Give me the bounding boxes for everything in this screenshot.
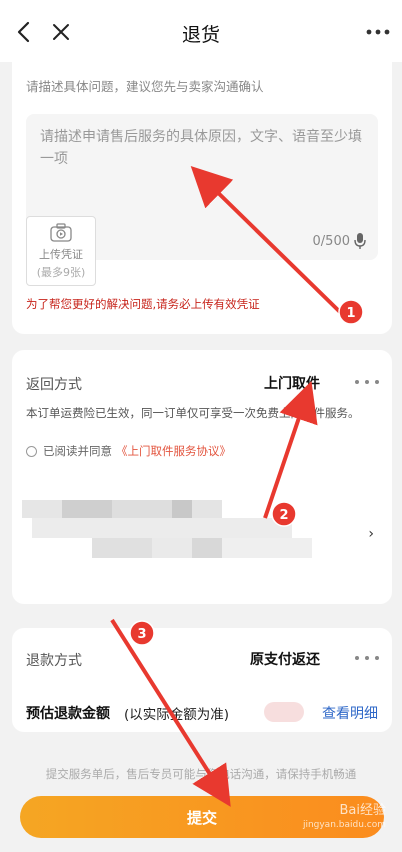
blurred-text <box>152 538 192 558</box>
camera-icon <box>50 223 72 243</box>
pickup-address[interactable]: › <box>22 500 374 572</box>
blurred-text <box>222 538 312 558</box>
watermark-site: jingyan.baidu.com <box>302 820 386 830</box>
microphone-icon[interactable] <box>354 232 366 250</box>
reason-card: 请描述具体问题，建议您先与卖家沟通确认 0/500 上传凭证 (最多9张) 为了… <box>12 56 392 334</box>
return-more-icon[interactable] <box>355 377 379 387</box>
agree-radio[interactable] <box>26 445 37 457</box>
refund-card: 退款方式 原支付返还 预估退款金额 (以实际金额为准) 查看明细 <box>12 628 392 732</box>
refund-method-label: 退款方式 <box>26 653 82 669</box>
blurred-text <box>32 518 292 538</box>
blurred-text <box>192 500 222 518</box>
blurred-text <box>92 538 152 558</box>
upload-evidence-button[interactable]: 上传凭证 (最多9张) <box>26 216 96 286</box>
char-counter: 0/500 <box>312 234 350 249</box>
page-title: 退货 <box>181 24 220 46</box>
upload-label: 上传凭证 <box>39 248 83 261</box>
refund-amount-note: (以实际金额为准) <box>124 707 230 723</box>
watermark: Bai经验 jingyan.baidu.com <box>303 804 386 832</box>
address-chevron-icon[interactable]: › <box>368 526 374 542</box>
reason-hint: 请描述具体问题，建议您先与卖家沟通确认 <box>26 79 264 94</box>
footer-note: 提交服务单后，售后专员可能与您电话沟通，请保持手机畅通 <box>45 767 357 781</box>
return-method-label: 返回方式 <box>26 377 82 393</box>
refund-method-value[interactable]: 原支付返还 <box>250 649 320 669</box>
reason-input[interactable] <box>40 126 364 206</box>
watermark-brand: Bai经验 <box>339 803 387 818</box>
blurred-text <box>112 500 172 518</box>
more-icon[interactable] <box>364 20 392 44</box>
blurred-text <box>172 500 192 518</box>
refund-amount-label: 预估退款金额 <box>26 706 110 722</box>
refund-more-icon[interactable] <box>355 653 379 663</box>
insurance-notice: 本订单运费险已生效，同一订单仅可享受一次免费上门取件服务。 <box>26 406 360 420</box>
agreement-link[interactable]: 《上门取件服务协议》 <box>116 443 231 459</box>
upload-warning: 为了帮您更好的解决问题,请务必上传有效凭证 <box>26 297 260 311</box>
top-bar: 退货 <box>0 0 402 62</box>
blurred-text <box>62 500 112 518</box>
upload-limit: (最多9张) <box>36 266 86 279</box>
blurred-text <box>22 500 62 518</box>
blurred-text <box>192 538 222 558</box>
view-detail-link[interactable]: 查看明细 <box>322 703 378 723</box>
refund-amount-value <box>264 702 304 722</box>
agree-text: 已阅读并同意 <box>43 444 112 458</box>
agreement-row[interactable]: 已阅读并同意 《上门取件服务协议》 <box>26 443 231 459</box>
return-method-card: 返回方式 上门取件 本订单运费险已生效，同一订单仅可享受一次免费上门取件服务。 … <box>12 350 392 604</box>
return-method-value[interactable]: 上门取件 <box>264 373 320 393</box>
